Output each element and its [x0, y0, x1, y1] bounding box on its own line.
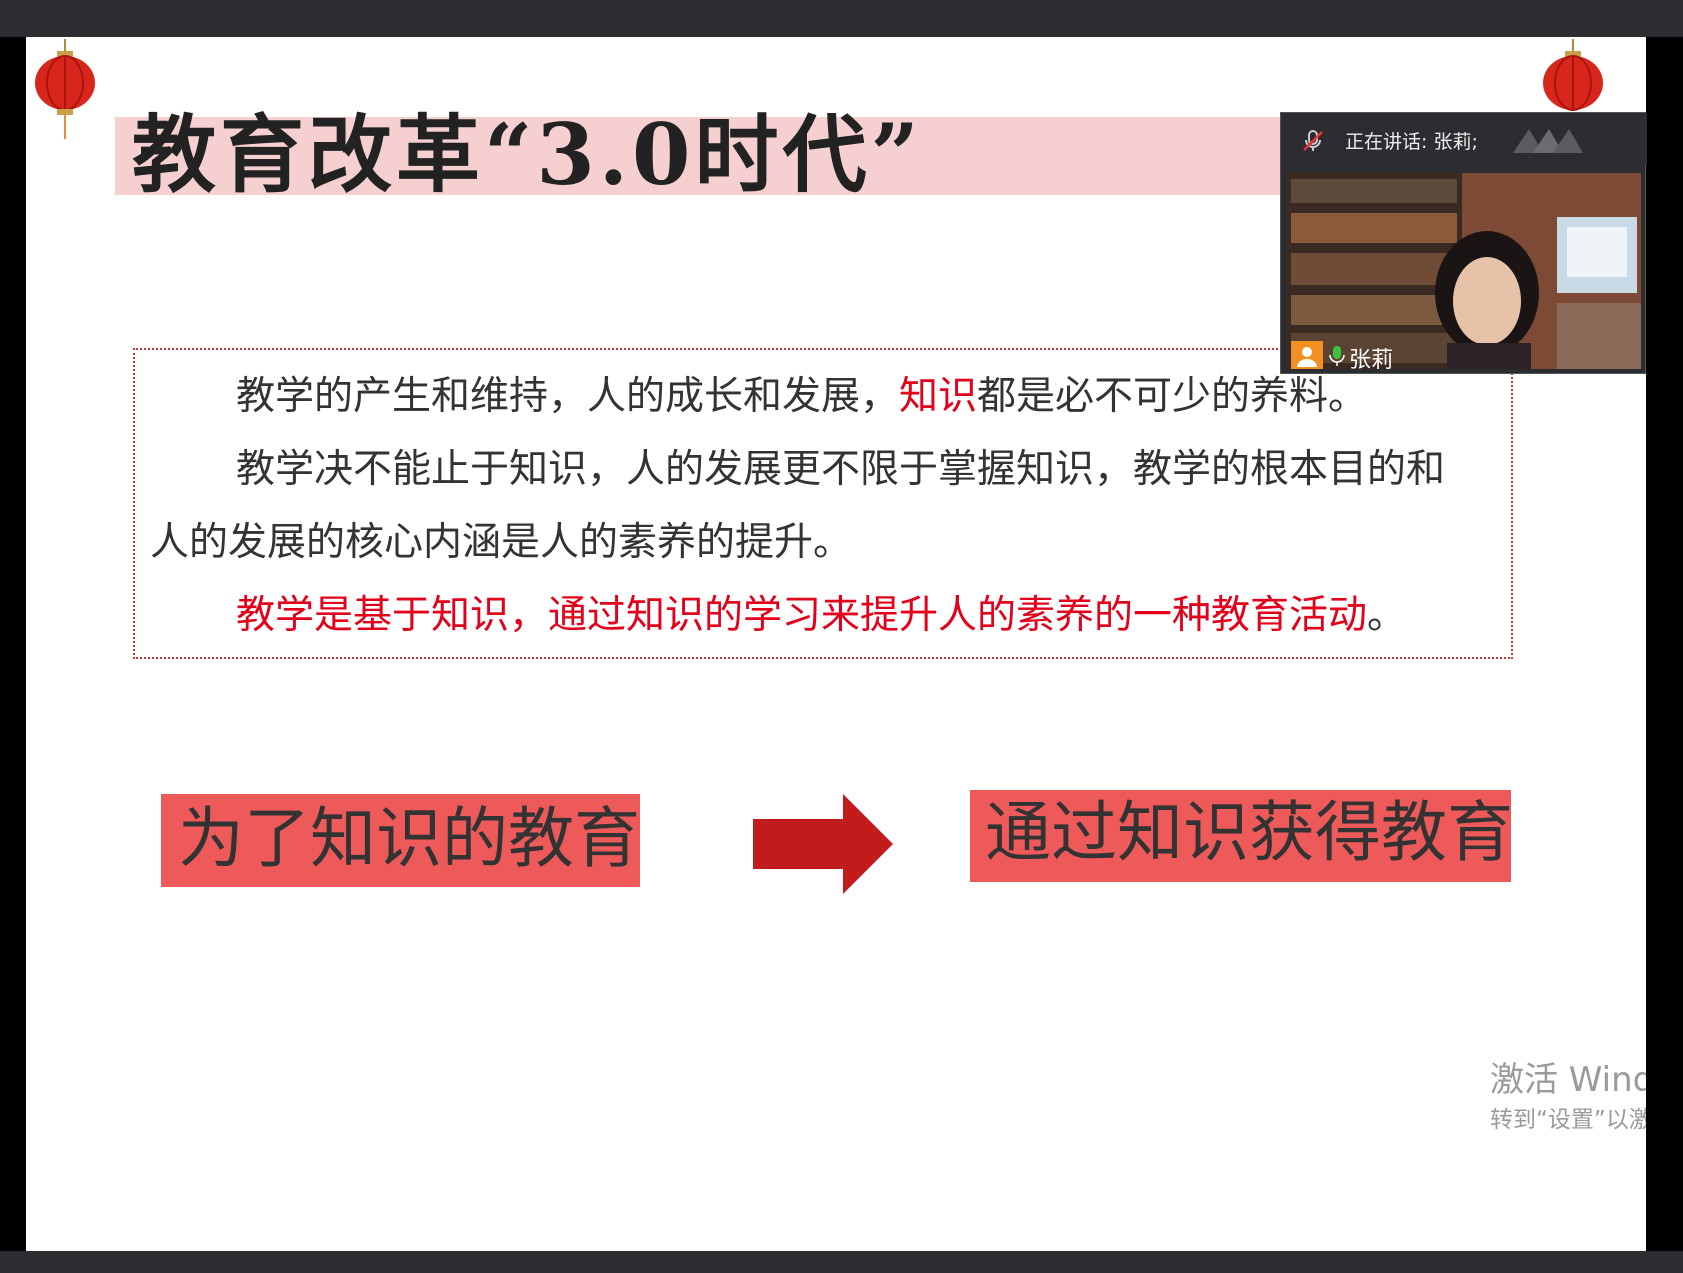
meeting-logo-icon — [1513, 129, 1583, 153]
arrow-right-icon — [753, 794, 893, 894]
slide-title: 教育改革“3.0时代” — [132, 105, 923, 204]
lantern-left-icon — [35, 39, 95, 139]
mic-active-icon — [1329, 346, 1345, 366]
paragraph-2-line-1: 教学决不能止于知识，人的发展更不限于掌握知识，教学的根本目的和 — [236, 447, 1446, 492]
paragraph-1: 教学的产生和维持，人的成长和发展，知识都是必不可少的养料。 — [236, 374, 1367, 421]
right-letterbox — [1646, 37, 1683, 1251]
paragraph-1-highlight: 知识 — [899, 374, 978, 419]
video-panel-header[interactable]: 正在讲话: 张莉; — [1281, 113, 1647, 165]
box-right-label: 通过知识获得教育 — [985, 794, 1513, 871]
box-left-label: 为了知识的教育 — [178, 800, 640, 877]
left-letterbox — [0, 37, 26, 1251]
paragraph-1-part-a: 教学的产生和维持，人的成长和发展， — [236, 374, 900, 419]
activation-watermark-subtitle: 转到“设置”以激活 — [1490, 1107, 1646, 1133]
paragraph-2-line-2: 人的发展的核心内涵是人的素养的提升。 — [150, 520, 853, 565]
participant-video[interactable]: 张莉 — [1287, 173, 1641, 369]
user-avatar-icon — [1291, 341, 1323, 369]
participant-name: 张莉 — [1349, 348, 1394, 369]
participant-name-tag: 张莉 — [1291, 341, 1393, 369]
paragraph-3-highlight: 教学是基于知识，通过知识的学习来提升人的素养的一种教育活动 — [236, 593, 1368, 638]
paragraph-3-end: 。 — [1367, 593, 1407, 638]
mic-muted-icon[interactable] — [1301, 129, 1325, 153]
window-top-bar — [0, 0, 1683, 37]
meeting-video-panel[interactable]: 正在讲话: 张莉; 张莉 — [1280, 112, 1647, 374]
window-bottom-bar — [0, 1251, 1683, 1273]
video-background-icon — [1287, 173, 1641, 369]
activation-watermark-title: 激活 Window — [1490, 1060, 1646, 1100]
paragraph-3: 教学是基于知识，通过知识的学习来提升人的素养的一种教育活动。 — [236, 593, 1406, 640]
paragraph-1-part-b: 都是必不可少的养料。 — [977, 374, 1368, 419]
speaking-indicator: 正在讲话: 张莉; — [1345, 131, 1478, 153]
